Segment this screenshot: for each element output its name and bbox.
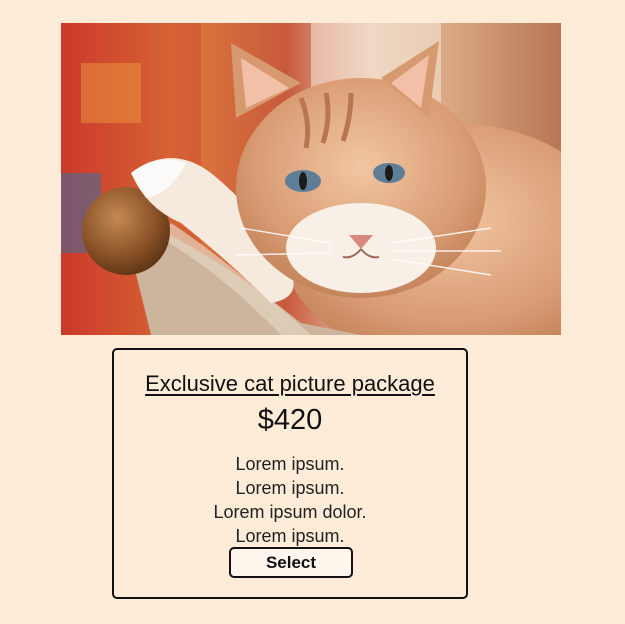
select-button[interactable]: Select [229, 547, 353, 578]
pricing-card: Exclusive cat picture package $420 Lorem… [112, 348, 468, 599]
feature-item: Lorem ipsum. [235, 454, 345, 474]
feature-list: Lorem ipsum. Lorem ipsum. Lorem ipsum do… [114, 452, 466, 548]
feature-item: Lorem ipsum. [235, 526, 345, 546]
feature-item: Lorem ipsum dolor. [213, 502, 367, 522]
cat-photo [61, 23, 561, 335]
package-price: $420 [257, 404, 323, 436]
package-title: Exclusive cat picture package [145, 371, 435, 396]
feature-item: Lorem ipsum. [235, 478, 345, 498]
